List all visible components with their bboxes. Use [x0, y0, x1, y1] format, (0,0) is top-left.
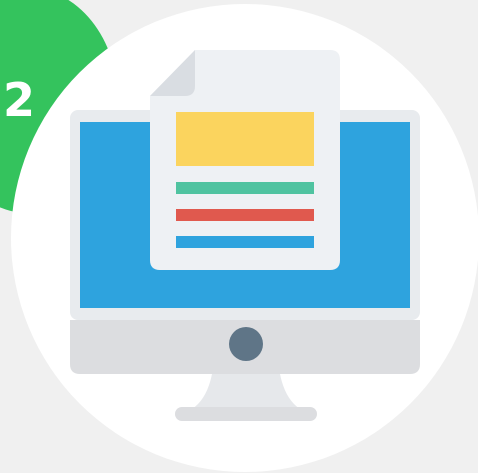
step-illustration: 2: [0, 0, 478, 473]
power-button-icon: [229, 327, 263, 361]
document-line-green: [176, 182, 314, 194]
monitor-stand-base: [175, 407, 317, 421]
document-line-red: [176, 209, 314, 221]
document-image-block: [176, 112, 314, 166]
computer-document-icon: [10, 4, 478, 472]
document-line-blue: [176, 236, 314, 248]
